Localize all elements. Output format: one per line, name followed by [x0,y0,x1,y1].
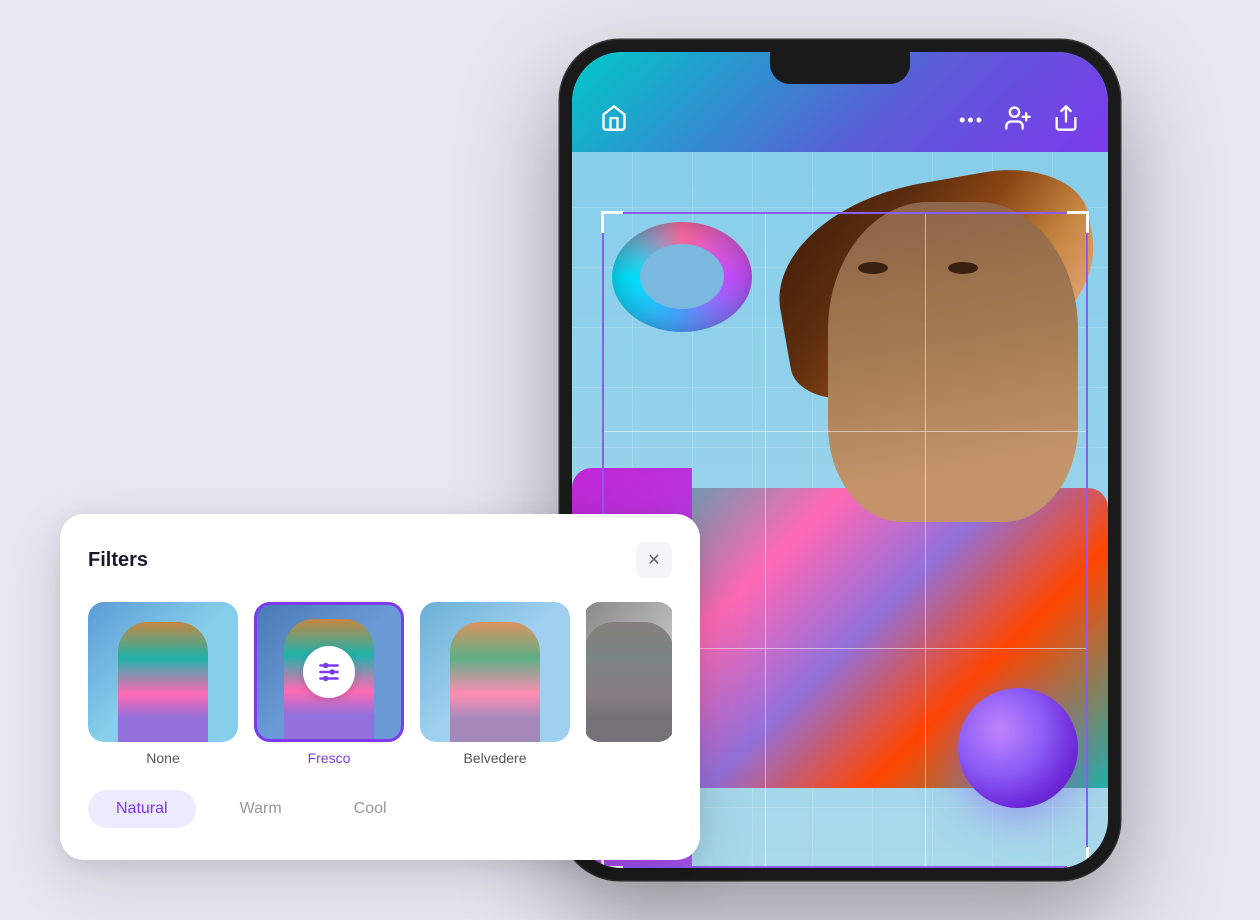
torus-decoration [612,222,752,332]
tone-warm-button[interactable]: Warm [212,790,310,828]
grid-line-vertical-2 [925,214,926,866]
crop-corner-tl [601,211,623,233]
tone-cool-button[interactable]: Cool [326,790,415,828]
filter-fourth[interactable] [586,602,672,766]
tone-pills-row: Natural Warm Cool [88,790,672,828]
filter-belvedere-label: Belvedere [463,750,526,766]
grid-line-vertical-1 [765,214,766,866]
filter-belvedere[interactable]: Belvedere [420,602,570,766]
filter-belvedere-preview [420,602,570,742]
filter-none-preview [88,602,238,742]
filter-none-label: None [146,750,179,766]
close-button[interactable]: ✕ [636,542,672,578]
filter-fresco-preview [254,602,404,742]
filter-card: Filters ✕ None [60,514,700,860]
home-icon[interactable] [600,104,628,136]
sphere-decoration [958,688,1078,808]
crop-corner-tr [1067,211,1089,233]
filter-thumbnails-row: None Fresco [88,602,672,766]
thumb-person-belvedere [450,622,540,742]
thumb-person-fourth [586,622,672,742]
more-dots-icon[interactable]: ••• [959,111,984,129]
filter-none[interactable]: None [88,602,238,766]
filter-fourth-preview [586,602,672,742]
sliders-icon [316,659,342,685]
thumb-person-none [118,622,208,742]
filter-fresco-label: Fresco [308,750,351,766]
grid-line-horizontal-1 [604,431,1086,432]
header-right-icons: ••• [959,104,1080,136]
fresco-icon-overlay [303,646,355,698]
tone-natural-button[interactable]: Natural [88,790,196,828]
filter-card-title: Filters [88,549,148,572]
crop-corner-br [1067,847,1089,868]
phone-notch [770,52,910,84]
close-icon: ✕ [647,550,660,570]
share-icon[interactable] [1052,104,1080,136]
filter-fresco[interactable]: Fresco [254,602,404,766]
add-people-icon[interactable] [1004,104,1032,136]
filter-card-header: Filters ✕ [88,542,672,578]
